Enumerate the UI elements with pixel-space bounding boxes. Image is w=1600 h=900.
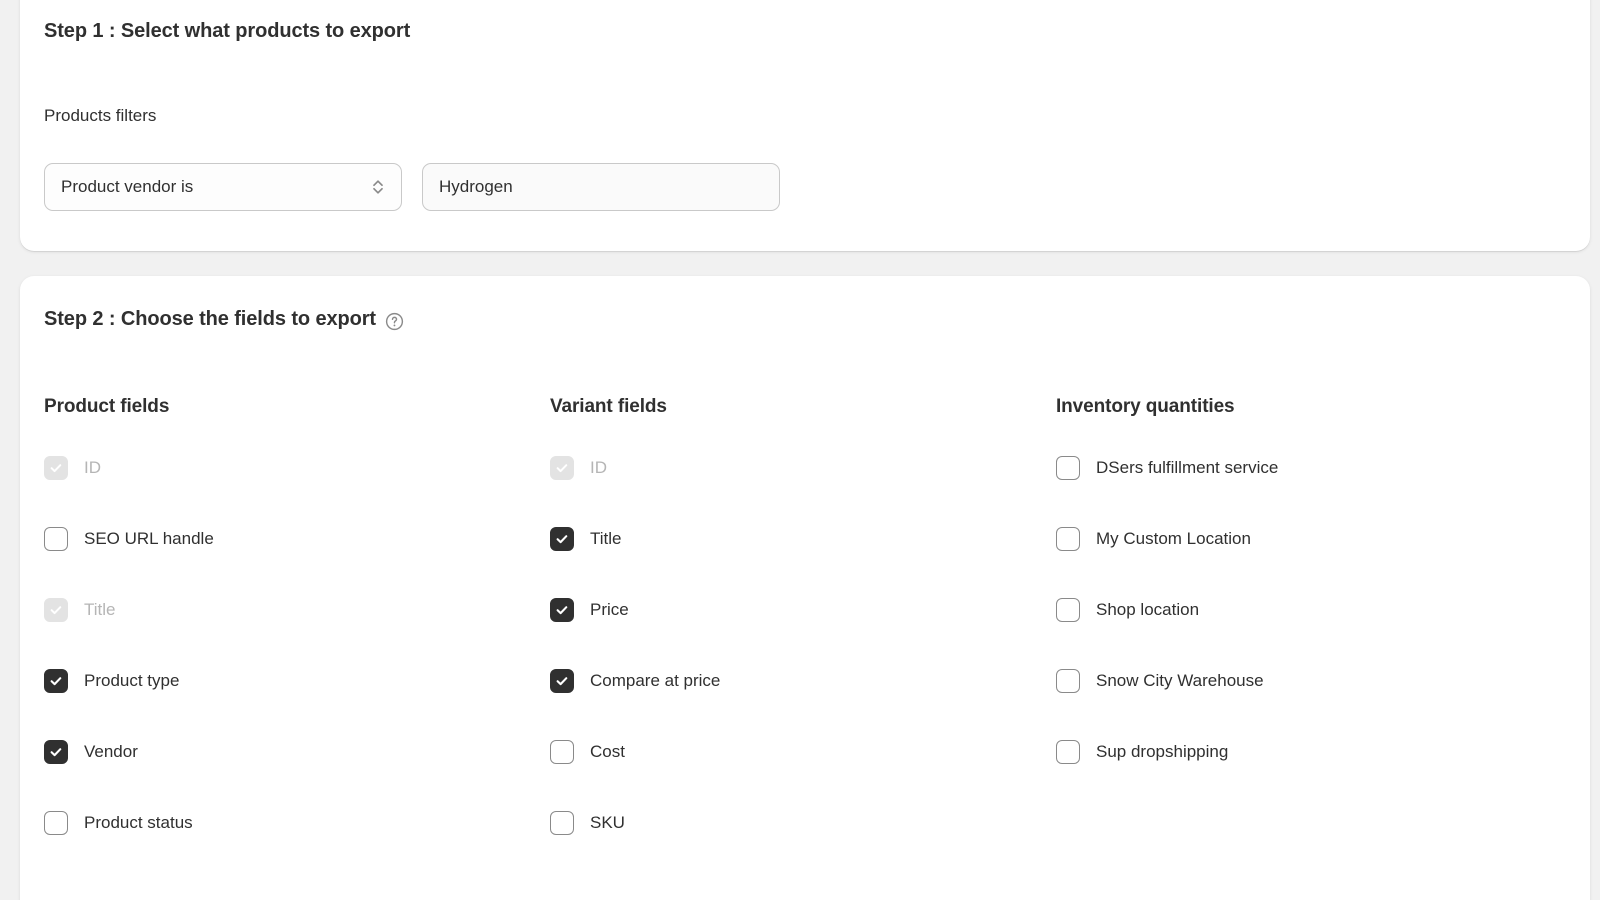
- field-label: SEO URL handle: [84, 529, 214, 548]
- field-row: ID: [550, 456, 1020, 480]
- field-label: Compare at price: [590, 671, 721, 690]
- field-row[interactable]: Cost: [550, 740, 1020, 764]
- field-label: Product status: [84, 813, 193, 832]
- products-filters-row: Product vendor is: [44, 163, 780, 211]
- field-row: ID: [44, 456, 514, 480]
- checkbox-unchecked-icon[interactable]: [1056, 669, 1080, 693]
- product-filter-select[interactable]: Product vendor is: [44, 163, 402, 211]
- inventory-quantities-column: Inventory quantities DSers fulfillment s…: [1056, 396, 1526, 811]
- checkbox-checked-icon[interactable]: [44, 740, 68, 764]
- checkbox-checked-icon[interactable]: [550, 598, 574, 622]
- field-row[interactable]: My Custom Location: [1056, 527, 1526, 551]
- field-row[interactable]: Sup dropshipping: [1056, 740, 1526, 764]
- step1-card: Step 1 : Select what products to export …: [20, 0, 1590, 251]
- products-filters-label: Products filters: [44, 106, 157, 125]
- product-fields-heading: Product fields: [44, 396, 170, 417]
- product-fields-column: Product fields ID SEO URL handle Title P…: [44, 396, 514, 882]
- field-label: Vendor: [84, 742, 138, 761]
- checkbox-checked-icon[interactable]: [44, 669, 68, 693]
- field-label: Title: [84, 600, 116, 619]
- field-row: Title: [44, 598, 514, 622]
- field-row[interactable]: DSers fulfillment service: [1056, 456, 1526, 480]
- checkbox-checked-icon[interactable]: [550, 669, 574, 693]
- checkbox-unchecked-icon[interactable]: [550, 740, 574, 764]
- field-label: Cost: [590, 742, 625, 761]
- field-label: My Custom Location: [1096, 529, 1251, 548]
- field-row[interactable]: Price: [550, 598, 1020, 622]
- checkbox-checked-icon[interactable]: [550, 527, 574, 551]
- field-row[interactable]: Snow City Warehouse: [1056, 669, 1526, 693]
- checkbox-unchecked-icon[interactable]: [44, 527, 68, 551]
- checkbox-unchecked-icon[interactable]: [550, 811, 574, 835]
- field-row[interactable]: Vendor: [44, 740, 514, 764]
- field-label: ID: [590, 458, 607, 477]
- variant-fields-heading: Variant fields: [550, 396, 667, 417]
- field-row[interactable]: Product status: [44, 811, 514, 835]
- field-row[interactable]: Title: [550, 527, 1020, 551]
- field-label: Title: [590, 529, 622, 548]
- field-label: Shop location: [1096, 600, 1200, 619]
- field-row[interactable]: SKU: [550, 811, 1020, 835]
- checkbox-checked-disabled-icon: [44, 456, 68, 480]
- field-row[interactable]: Shop location: [1056, 598, 1526, 622]
- field-label: DSers fulfillment service: [1096, 458, 1279, 477]
- checkbox-unchecked-icon[interactable]: [44, 811, 68, 835]
- variant-fields-column: Variant fields ID Title Price Compare at…: [550, 396, 1020, 882]
- field-label: Snow City Warehouse: [1096, 671, 1264, 690]
- step2-card: Step 2 : Choose the fields to export Pro…: [20, 276, 1590, 900]
- step1-title: Step 1 : Select what products to export: [44, 20, 411, 42]
- checkbox-unchecked-icon[interactable]: [1056, 598, 1080, 622]
- field-row[interactable]: Compare at price: [550, 669, 1020, 693]
- step2-title: Step 2 : Choose the fields to export: [44, 308, 376, 330]
- question-circle-icon[interactable]: [385, 312, 404, 331]
- step2-title-row: Step 2 : Choose the fields to export: [44, 308, 404, 331]
- product-filter-select-value: Product vendor is: [61, 177, 194, 196]
- product-filter-value-input[interactable]: [422, 163, 780, 211]
- checkbox-checked-disabled-icon: [550, 456, 574, 480]
- field-label: ID: [84, 458, 101, 477]
- field-label: Product type: [84, 671, 180, 690]
- checkbox-unchecked-icon[interactable]: [1056, 740, 1080, 764]
- inventory-quantities-heading: Inventory quantities: [1056, 396, 1235, 417]
- checkbox-checked-disabled-icon: [44, 598, 68, 622]
- field-columns: Product fields ID SEO URL handle Title P…: [20, 396, 1590, 900]
- field-label: SKU: [590, 813, 625, 832]
- checkbox-unchecked-icon[interactable]: [1056, 456, 1080, 480]
- field-row[interactable]: Product type: [44, 669, 514, 693]
- export-products-page: Step 1 : Select what products to export …: [0, 0, 1600, 900]
- checkbox-unchecked-icon[interactable]: [1056, 527, 1080, 551]
- chevron-up-down-icon: [369, 176, 387, 198]
- field-label: Price: [590, 600, 629, 619]
- field-label: Sup dropshipping: [1096, 742, 1229, 761]
- field-row[interactable]: SEO URL handle: [44, 527, 514, 551]
